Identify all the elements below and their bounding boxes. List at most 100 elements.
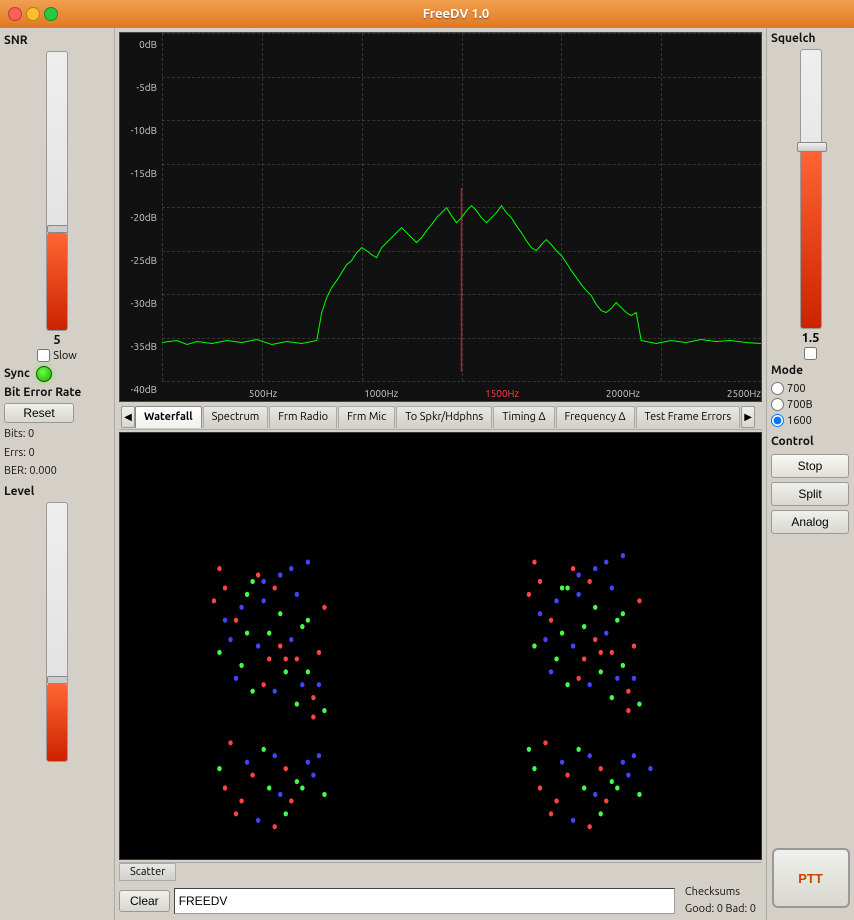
ber-section: Bit Error Rate Reset Bits: 0 Errs: 0 BER… bbox=[4, 386, 110, 481]
ptt-section: PTT bbox=[771, 538, 850, 916]
ber-stats: Bits: 0 Errs: 0 BER: 0.000 bbox=[4, 425, 110, 481]
checksums-label: Checksums bbox=[685, 884, 756, 901]
tab-spectrum[interactable]: Spectrum bbox=[203, 406, 269, 428]
squelch-checkbox-row[interactable] bbox=[804, 347, 817, 360]
sync-led bbox=[36, 366, 52, 382]
mode-section: Mode 700 700B 1600 bbox=[771, 364, 850, 427]
slow-checkbox[interactable] bbox=[37, 349, 50, 362]
scatter-svg bbox=[120, 433, 761, 859]
level-track[interactable] bbox=[46, 502, 68, 762]
snr-label: SNR bbox=[4, 34, 28, 47]
checksums-box: Checksums Good: 0 Bad: 0 bbox=[679, 884, 762, 917]
snr-section: SNR 5 Slow bbox=[4, 34, 110, 362]
snr-value: 5 bbox=[53, 333, 60, 347]
freq-label-1000: 1000Hz bbox=[364, 388, 398, 399]
right-panel: Squelch 1.5 Mode 700 700B 1600 bbox=[766, 28, 854, 920]
mode-700b-label: 700B bbox=[787, 399, 813, 411]
slow-checkbox-row[interactable]: Slow bbox=[37, 349, 77, 362]
mode-label: Mode bbox=[771, 364, 850, 377]
sync-row: Sync bbox=[4, 366, 110, 382]
snr-thumb[interactable] bbox=[47, 225, 68, 233]
minimize-button[interactable] bbox=[26, 7, 40, 21]
window-controls[interactable] bbox=[8, 7, 58, 21]
reset-button[interactable]: Reset bbox=[4, 403, 74, 423]
tab-waterfall[interactable]: Waterfall bbox=[135, 406, 202, 428]
tab-frequency[interactable]: Frequency Δ bbox=[556, 406, 635, 428]
tab-to-spkr[interactable]: To Spkr/Hdphns bbox=[396, 406, 492, 428]
db-label-1: -5dB bbox=[120, 82, 160, 93]
sync-label: Sync bbox=[4, 367, 30, 380]
db-label-3: -15dB bbox=[120, 168, 160, 179]
level-thumb[interactable] bbox=[47, 676, 68, 684]
freq-label-2000: 2000Hz bbox=[606, 388, 640, 399]
db-label-5: -25dB bbox=[120, 255, 160, 266]
tab-next-arrow[interactable]: ▶ bbox=[741, 406, 755, 428]
level-fill bbox=[47, 684, 67, 761]
split-button[interactable]: Split bbox=[771, 482, 849, 506]
mode-1600-row[interactable]: 1600 bbox=[771, 414, 850, 427]
squelch-label: Squelch bbox=[771, 32, 815, 45]
freq-labels: 500Hz 1000Hz 1500Hz 2000Hz 2500Hz bbox=[162, 388, 761, 399]
db-label-4: -20dB bbox=[120, 212, 160, 223]
tab-test-frame[interactable]: Test Frame Errors bbox=[636, 406, 741, 428]
bits-stat: Bits: 0 bbox=[4, 425, 110, 444]
db-label-6: -30dB bbox=[120, 298, 160, 309]
ber-stat: BER: 0.000 bbox=[4, 462, 110, 481]
stop-button[interactable]: Stop bbox=[771, 454, 849, 478]
title-bar: FreeDV 1.0 bbox=[0, 0, 854, 28]
squelch-track[interactable] bbox=[800, 49, 822, 329]
level-section: Level bbox=[4, 485, 110, 762]
errs-stat: Errs: 0 bbox=[4, 444, 110, 463]
slow-label: Slow bbox=[53, 350, 77, 362]
db-label-7: -35dB bbox=[120, 341, 160, 352]
spectrum-display: 0dB -5dB -10dB -15dB -20dB -25dB -30dB -… bbox=[119, 32, 762, 402]
freq-label-500: 500Hz bbox=[249, 388, 278, 399]
db-label-8: -40dB bbox=[120, 384, 160, 395]
left-panel: SNR 5 Slow Sync Bit Error Rate Reset bbox=[0, 28, 115, 920]
maximize-button[interactable] bbox=[44, 7, 58, 21]
freq-label-1500: 1500Hz bbox=[485, 388, 519, 399]
squelch-thumb[interactable] bbox=[797, 142, 827, 152]
freq-label-2500: 2500Hz bbox=[727, 388, 761, 399]
scatter-display bbox=[119, 432, 762, 860]
db-labels: 0dB -5dB -10dB -15dB -20dB -25dB -30dB -… bbox=[120, 33, 160, 401]
sync-section: Sync bbox=[4, 366, 110, 382]
mode-700-row[interactable]: 700 bbox=[771, 382, 850, 395]
mode-1600-label: 1600 bbox=[787, 415, 812, 427]
db-label-2: -10dB bbox=[120, 125, 160, 136]
tab-frm-mic[interactable]: Frm Mic bbox=[338, 406, 395, 428]
tab-frm-radio[interactable]: Frm Radio bbox=[269, 406, 337, 428]
squelch-checkbox[interactable] bbox=[804, 347, 817, 360]
tab-bar: ◀ Waterfall Spectrum Frm Radio Frm Mic T… bbox=[119, 402, 762, 430]
scatter-tab-row: Scatter bbox=[119, 862, 762, 881]
ber-label: Bit Error Rate bbox=[4, 386, 110, 399]
mode-700-label: 700 bbox=[787, 383, 806, 395]
mode-700-radio[interactable] bbox=[771, 382, 784, 395]
app-title: FreeDV 1.0 bbox=[66, 7, 846, 21]
mode-700b-radio[interactable] bbox=[771, 398, 784, 411]
scatter-tab[interactable]: Scatter bbox=[119, 863, 176, 881]
freedv-input[interactable] bbox=[174, 888, 675, 914]
level-label: Level bbox=[4, 485, 34, 498]
spectrum-svg bbox=[162, 33, 761, 372]
snr-fill bbox=[47, 233, 67, 330]
analog-button[interactable]: Analog bbox=[771, 510, 849, 534]
squelch-fill bbox=[801, 147, 821, 328]
checksums-bad: Bad: 0 bbox=[725, 903, 756, 915]
checksums-good: Good: 0 bbox=[685, 903, 723, 915]
close-button[interactable] bbox=[8, 7, 22, 21]
control-label: Control bbox=[771, 435, 850, 448]
center-panel: 0dB -5dB -10dB -15dB -20dB -25dB -30dB -… bbox=[115, 28, 766, 920]
ptt-button[interactable]: PTT bbox=[772, 848, 850, 908]
clear-button[interactable]: Clear bbox=[119, 890, 170, 912]
db-label-0: 0dB bbox=[120, 39, 160, 50]
tab-timing[interactable]: Timing Δ bbox=[493, 406, 554, 428]
text-row: Clear Checksums Good: 0 Bad: 0 bbox=[115, 881, 766, 920]
snr-track[interactable] bbox=[46, 51, 68, 331]
tab-prev-arrow[interactable]: ◀ bbox=[121, 406, 135, 428]
control-section: Control Stop Split Analog bbox=[771, 435, 850, 534]
main-layout: SNR 5 Slow Sync Bit Error Rate Reset bbox=[0, 28, 854, 920]
mode-1600-radio[interactable] bbox=[771, 414, 784, 427]
squelch-section: Squelch 1.5 bbox=[771, 32, 850, 360]
mode-700b-row[interactable]: 700B bbox=[771, 398, 850, 411]
